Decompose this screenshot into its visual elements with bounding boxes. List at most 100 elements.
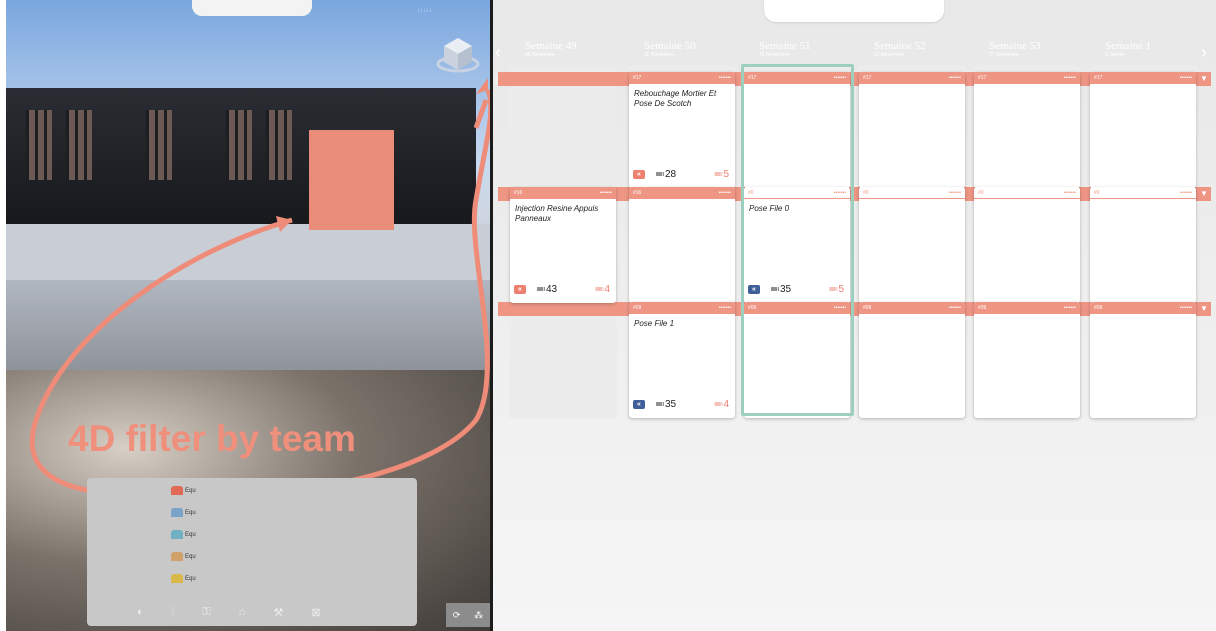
task-card-header: #17 ••••••• [974,72,1080,84]
week-title: Semaine 50 [644,40,696,52]
rewind-icon[interactable]: « [514,285,526,294]
task-code: #16 [633,190,642,196]
task-card[interactable]: #16 ••••••• [629,187,735,303]
task-card-header: #0 ••••••• [1090,187,1196,199]
lock-icon[interactable]: ⚿ [202,606,210,619]
task-workers: ≕4 [713,399,729,410]
team-filter-item[interactable]: Equ [171,508,196,517]
week-header[interactable]: Semaine 53 27 Novembre [989,40,1089,58]
task-card[interactable]: #17 ••••••• [974,72,1080,188]
team-label: Equ [185,509,196,516]
annotation-label: 4D filter by team [68,418,356,459]
task-card-header: #09 ••••••• [859,302,965,314]
task-duration: ≕28 [655,169,677,180]
prev-week-icon[interactable]: ‹ [495,42,501,63]
task-card[interactable]: #17 ••••••• Rebouchage Mortier Et Pose De … [629,72,735,188]
team-label: Equ [185,487,196,494]
task-progress-dots: ••••••• [1063,305,1076,311]
week-title: Semaine 49 [525,40,577,52]
team-filter-item[interactable]: Equ [171,486,196,495]
network-icon[interactable]: ⁂ [474,610,483,621]
task-card-header: #09 ••••••• [629,302,735,314]
week-date: 22 Novembre [874,52,905,58]
filter-icon[interactable]: ⫶ [172,606,175,619]
task-code: #0 [863,189,869,196]
color-wheel-icon[interactable]: ◐ [137,606,144,619]
week-date: 15 Novembre [759,52,790,58]
task-progress-dots: ••••••• [1063,75,1076,81]
task-progress-dots: ••••••• [718,75,731,81]
view-tools[interactable]: ⟳ ⁂ [446,603,490,627]
worker-icon[interactable]: ⚒ [273,606,283,619]
task-code: #17 [978,75,987,81]
task-card[interactable]: #0 ••••••• [859,187,965,303]
week-title: Semaine 51 [759,40,811,52]
task-card[interactable]: #09 ••••••• [859,302,965,418]
task-code: #17 [633,75,642,81]
task-code: #0 [1094,189,1100,196]
team-filter-item[interactable]: Equ [171,552,196,561]
task-progress-dots: ••••••• [948,75,961,81]
task-card[interactable]: #17 ••••••• [1090,72,1196,188]
task-duration: ≕35 [655,399,677,410]
task-code: #17 [1094,75,1103,81]
week-header[interactable]: Semaine 51 15 Novembre [759,40,859,58]
task-card[interactable]: #17 ••••••• [859,72,965,188]
task-card-header: #17 ••••••• [859,72,965,84]
week-header[interactable]: Semaine 50 11 Novembre [644,40,744,58]
task-code: #17 [863,75,872,81]
3d-viewer[interactable]: ⁝ ⁝ ⁝ ⁝ ⁝ 4D filter by team Equ Equ Equ Equ… [6,0,490,631]
task-code: #09 [1094,305,1103,311]
task-card[interactable]: #09 ••••••• [1090,302,1196,418]
week-header[interactable]: Semaine 52 22 Novembre [874,40,974,58]
task-card[interactable]: #0 ••••••• [1090,187,1196,303]
week-date: 3 Janvier [1105,52,1126,58]
task-footer: « ≕35 ≕4 [633,399,729,410]
task-code: #09 [978,305,987,311]
task-card[interactable]: #09 ••••••• Pose File 1 « ≕35 ≕4 [629,302,735,418]
week-title: Semaine 53 [989,40,1041,52]
task-card[interactable]: #0 ••••••• [974,187,1080,303]
top-handle[interactable] [764,0,944,22]
task-progress-dots: ••••••• [1179,75,1192,81]
task-progress-dots: ••••••• [599,190,612,196]
team-label: Equ [185,531,196,538]
task-duration: ≕43 [536,284,558,295]
helmet-icon [171,552,183,561]
helmet-icon [171,574,183,583]
task-card-header: #16 ••••••• [629,187,735,199]
task-code: #16 [514,190,523,196]
task-workers: ≕4 [594,284,610,295]
task-code: #09 [863,305,872,311]
task-footer: « ≕28 ≕5 [633,169,729,180]
week-header[interactable]: Semaine 49 08 Novembre [525,40,625,58]
task-card-header: #0 ••••••• [859,187,965,199]
task-card-header: #0 ••••••• [974,187,1080,199]
rotate-icon[interactable]: ⟳ [453,610,461,621]
task-progress-dots: ••••••• [718,305,731,311]
team-label: Equ [185,553,196,560]
rewind-icon[interactable]: « [633,170,645,179]
lane-collapse-icon[interactable]: ▼ [1200,74,1208,83]
team-filter-item[interactable]: Equ [171,574,196,583]
task-title: Injection Resine Appuis Panneaux [515,204,599,223]
lane-collapse-icon[interactable]: ▼ [1200,304,1208,313]
task-card-header: #17 ••••••• [629,72,735,84]
lane-collapse-icon[interactable]: ▼ [1200,189,1208,198]
task-title: Pose File 1 [634,319,675,328]
task-code: #0 [978,189,984,196]
team-filter-item[interactable]: Equ [171,530,196,539]
area-icon[interactable]: ⊠ [311,606,320,619]
task-card[interactable]: #16 ••••••• Injection Resine Appuis Pannea… [510,187,616,303]
task-card-header: #16 ••••••• [510,187,616,199]
rewind-icon[interactable]: « [633,400,645,409]
task-progress-dots: ••••••• [718,190,731,196]
helmet-icon [171,530,183,539]
week-date: 27 Novembre [989,52,1020,58]
week-header[interactable]: Semaine 13 Janvier [1105,40,1205,58]
team-label: Equ [185,575,196,582]
task-card[interactable]: #09 ••••••• [974,302,1080,418]
task-progress-dots: ••••••• [948,305,961,311]
current-week-highlight [741,64,854,416]
house-icon[interactable]: ⌂ [239,606,246,619]
